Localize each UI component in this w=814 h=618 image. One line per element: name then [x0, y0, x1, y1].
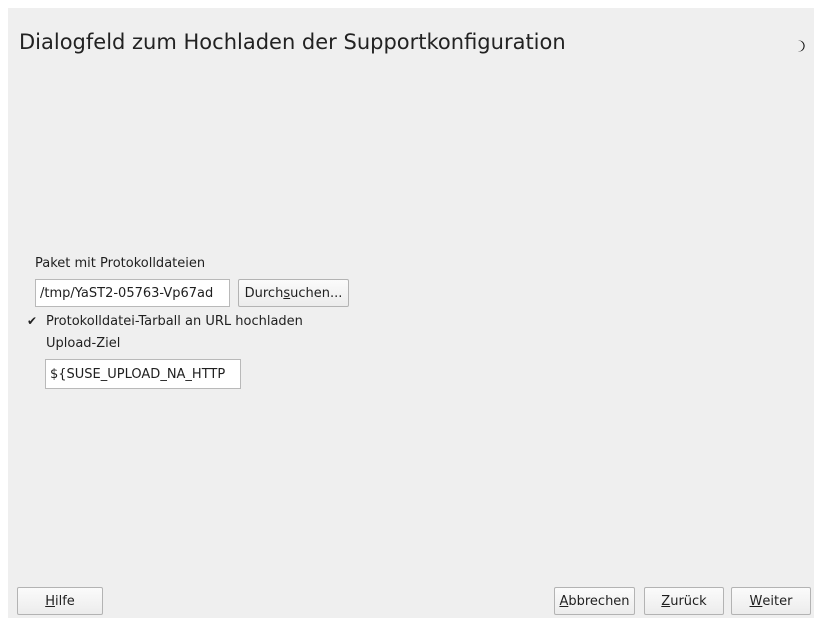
help-mnemonic: H	[45, 593, 55, 609]
back-button[interactable]: Zurück	[644, 587, 724, 615]
upload-target-label: Upload-Ziel	[46, 336, 121, 351]
help-label: ilfe	[54, 593, 75, 609]
back-mnemonic: Z	[661, 593, 671, 609]
checkmark-icon: ✔	[26, 314, 38, 328]
upload-target-field[interactable]	[45, 359, 241, 389]
package-path-field[interactable]	[35, 279, 230, 307]
package-label: Paket mit Protokolldateien	[35, 256, 206, 271]
browse-label-pre: Durch	[244, 285, 284, 301]
next-label: eiter	[762, 593, 793, 609]
upload-checkbox[interactable]: ✔	[25, 314, 39, 328]
next-button[interactable]: Weiter	[731, 587, 811, 615]
next-mnemonic: W	[749, 593, 763, 609]
moon-icon	[798, 40, 805, 52]
browse-button[interactable]: Durch s uchen...	[238, 279, 349, 307]
cancel-button[interactable]: Abbrechen	[554, 587, 635, 615]
help-button[interactable]: Hilfe	[17, 587, 103, 615]
dialog: Dialogfeld zum Hochladen der Supportkonf…	[8, 8, 814, 618]
cancel-mnemonic: A	[559, 593, 569, 609]
browse-label-mnemonic: s	[283, 285, 291, 301]
browse-label-post: uchen...	[290, 285, 343, 301]
cancel-label: bbrechen	[568, 593, 630, 609]
back-label: urück	[670, 593, 707, 609]
upload-checkbox-label[interactable]: Protokolldatei-Tarball an URL hochladen	[46, 314, 303, 329]
dialog-title: Dialogfeld zum Hochladen der Supportkonf…	[19, 30, 566, 54]
